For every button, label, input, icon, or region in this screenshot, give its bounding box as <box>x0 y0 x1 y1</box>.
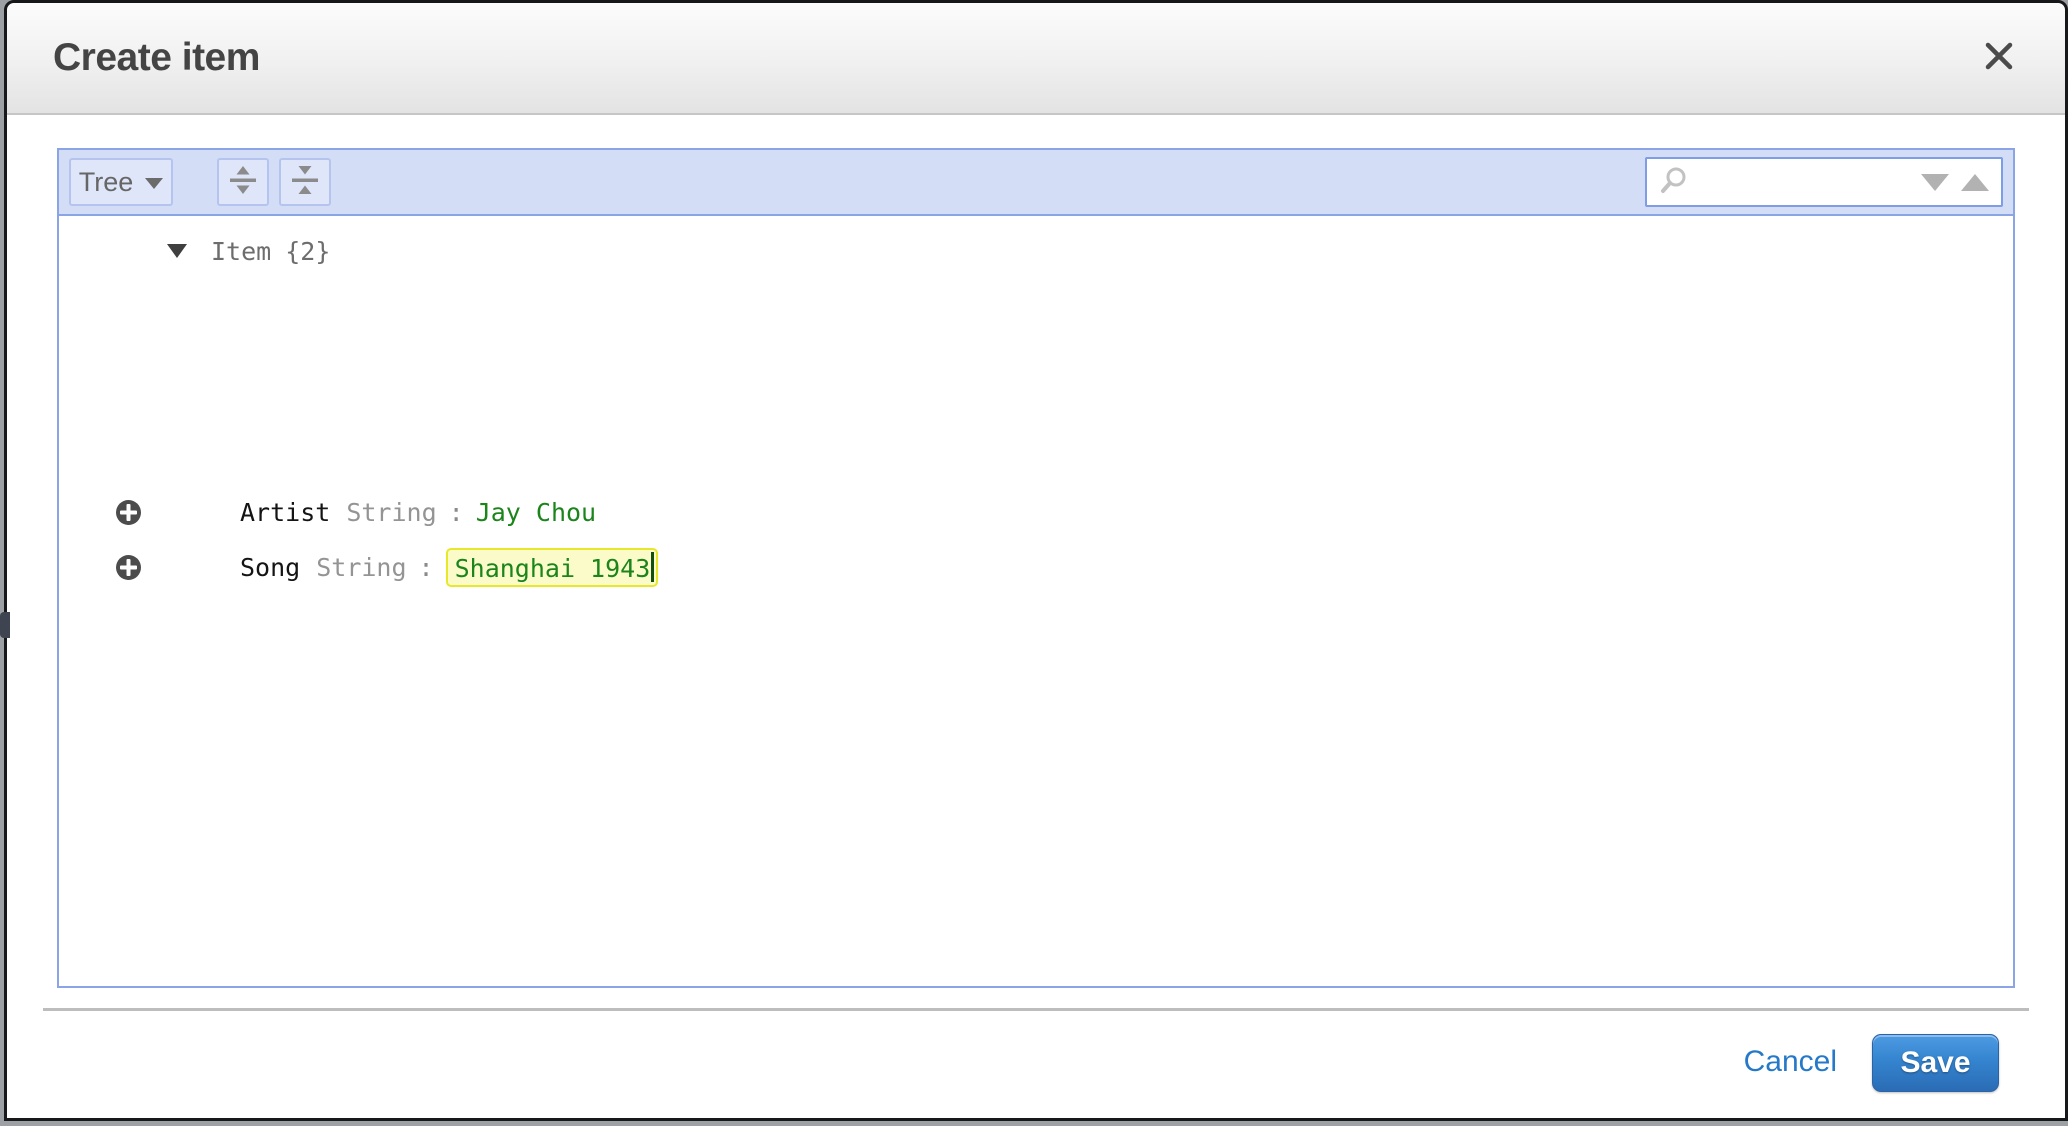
collapse-caret-icon[interactable] <box>167 244 187 258</box>
search-next-icon[interactable] <box>1921 173 1949 191</box>
attribute-value-text: Shanghai 1943 <box>454 553 651 583</box>
attribute-value-editing[interactable]: Shanghai 1943 <box>445 547 659 587</box>
attribute-separator: : <box>418 552 434 582</box>
background-tab-handle <box>0 612 10 638</box>
tree-row-artist: Artist String : Jay Chou <box>59 490 596 534</box>
editor-toolbar: Tree <box>59 150 2013 216</box>
create-item-dialog: Create item Tree Item {2} Artist String … <box>4 0 2068 1121</box>
cancel-button[interactable]: Cancel <box>1744 1045 1837 1079</box>
text-cursor <box>651 551 655 582</box>
json-tree: Item {2} Artist String : Jay Chou Song S… <box>59 216 2013 986</box>
page-backdrop: Create item Tree Item {2} Artist String … <box>0 0 2068 1126</box>
attribute-type[interactable]: String <box>346 498 436 527</box>
dialog-header: Create item <box>7 3 2065 115</box>
attribute-name[interactable]: Artist <box>240 498 330 527</box>
add-attribute-icon[interactable] <box>115 554 142 581</box>
tree-search-box <box>1645 157 2003 207</box>
view-mode-dropdown[interactable]: Tree <box>69 158 173 206</box>
attribute-value[interactable]: Jay Chou <box>476 498 596 527</box>
search-input[interactable] <box>1699 168 1911 196</box>
attribute-name[interactable]: Song <box>240 553 300 582</box>
tree-row-song: Song String : Shanghai 1943 <box>59 545 659 589</box>
footer-divider <box>43 1008 2029 1011</box>
item-editor-panel: Tree Item {2} Artist String: Jay Chou S… <box>57 148 2015 988</box>
root-attribute-count: {2} <box>285 236 331 266</box>
save-button[interactable]: Save <box>1872 1034 1999 1092</box>
root-label: Item <box>211 236 272 266</box>
attribute-type[interactable]: String <box>316 553 406 582</box>
close-icon <box>1982 39 2016 78</box>
add-attribute-icon[interactable] <box>115 499 142 526</box>
collapse-all-icon <box>290 165 320 200</box>
expand-all-icon <box>228 165 258 200</box>
tree-root-row: Item {2} <box>59 228 330 274</box>
search-icon <box>1659 165 1689 200</box>
collapse-all-button[interactable] <box>279 158 331 206</box>
view-mode-label: Tree <box>78 166 134 197</box>
attribute-separator: : <box>448 497 464 527</box>
dialog-title: Create item <box>53 36 260 79</box>
expand-all-button[interactable] <box>217 158 269 206</box>
close-button[interactable] <box>1979 38 2019 78</box>
search-prev-icon[interactable] <box>1961 173 1989 191</box>
chevron-down-icon <box>145 178 164 189</box>
